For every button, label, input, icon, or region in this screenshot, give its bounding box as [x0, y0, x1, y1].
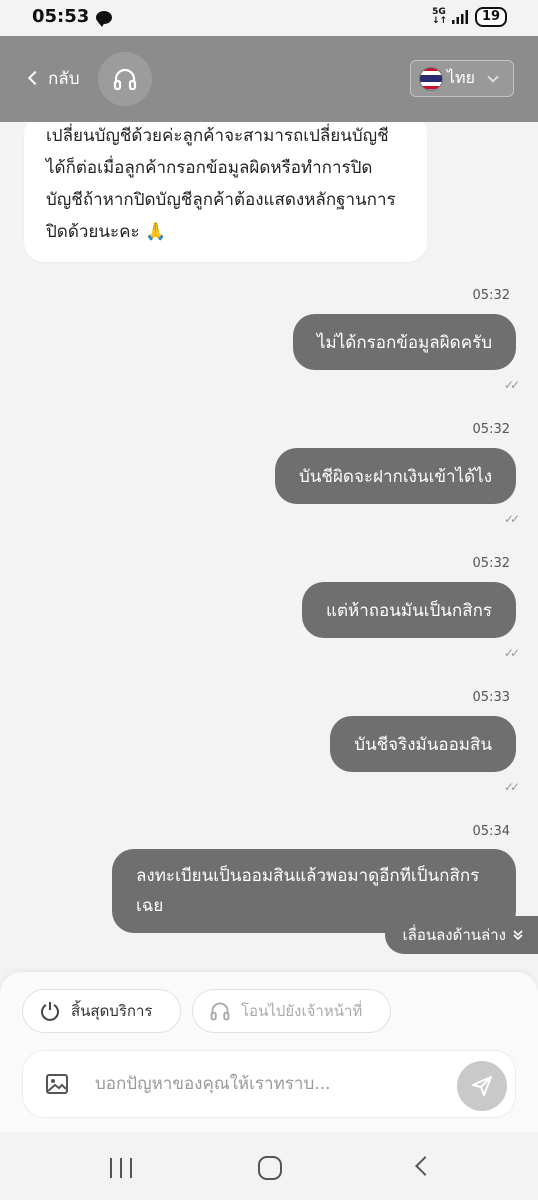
message-time: 05:32: [472, 288, 510, 303]
outgoing-message-text: ไม่ได้กรอกข้อมูลผิดครับ: [316, 332, 492, 353]
message-composer: [22, 1050, 516, 1118]
chat-messages[interactable]: เปลี่ยนบัญชีด้วยค่ะลูกค้าจะสามารถเปลี่ยน…: [0, 122, 538, 972]
network-indicator: 5G ↓↑: [432, 8, 448, 26]
message-notification-icon: [96, 11, 112, 27]
outgoing-message: ไม่ได้กรอกข้อมูลผิดครับ: [292, 314, 516, 370]
message-time: 05:32: [472, 422, 510, 437]
read-receipt-icon: ✓✓: [503, 512, 520, 526]
signal-icon: [452, 10, 468, 24]
language-select[interactable]: ไทย: [410, 60, 514, 97]
transfer-agent-label: โอนไปยังเจ้าหน้าที่: [241, 1002, 363, 1020]
read-receipt-icon: ✓✓: [503, 378, 520, 392]
read-receipt-icon: ✓✓: [503, 646, 520, 660]
power-icon: [41, 1002, 59, 1021]
outgoing-message-text: แต่ห้าถอนมันเป็นกสิกร: [325, 600, 492, 621]
back-label: กลับ: [48, 68, 80, 89]
image-attach-icon[interactable]: [45, 1073, 69, 1095]
message-input[interactable]: [95, 1069, 435, 1099]
send-button[interactable]: [457, 1061, 507, 1111]
system-nav-bar: [0, 1132, 538, 1200]
incoming-message-text: เปลี่ยนบัญชีด้วยค่ะลูกค้าจะสามารถเปลี่ยน…: [46, 126, 396, 242]
double-chevron-down-icon: [513, 930, 523, 941]
chevron-down-icon: [487, 70, 499, 83]
outgoing-message-text: ลงทะเบียนเป็นออมสินแล้วพอมาดูอีกทีเป็นกส…: [136, 866, 480, 916]
battery-icon: 19: [475, 7, 507, 27]
transfer-agent-button[interactable]: โอนไปยังเจ้าหน้าที่: [192, 989, 391, 1033]
status-time: 05:53: [32, 6, 90, 27]
language-label: ไทย: [447, 68, 475, 87]
thai-flag-icon: [419, 66, 443, 91]
headset-icon: [210, 1002, 230, 1021]
outgoing-message: บันชีจริงมันออมสิน: [330, 716, 516, 772]
outgoing-message: บันชีผิดจะฝากเงินเข้าได้ไง: [275, 448, 516, 504]
read-receipt-icon: ✓✓: [503, 780, 520, 794]
chevron-left-icon: [27, 70, 43, 86]
network-arrows: ↓↑: [432, 16, 448, 26]
status-bar: 05:53 5G ↓↑ 19: [0, 0, 538, 36]
headset-icon: [113, 68, 137, 91]
message-time: 05:33: [472, 690, 510, 705]
message-time: 05:34: [472, 824, 510, 839]
battery-level: 19: [481, 9, 501, 24]
outgoing-message: แต่ห้าถอนมันเป็นกสิกร: [301, 582, 516, 638]
agent-avatar: [98, 52, 152, 106]
chat-header: กลับ ไทย: [0, 36, 538, 122]
outgoing-message-text: บันชีผิดจะฝากเงินเข้าได้ไง: [299, 466, 492, 487]
scroll-down-label: เลื่อนลงด้านล่าง: [402, 926, 506, 944]
outgoing-message-text: บันชีจริงมันออมสิน: [354, 734, 492, 755]
back-nav-icon[interactable]: [415, 1156, 435, 1176]
back-button[interactable]: กลับ: [26, 64, 80, 92]
send-icon: [472, 1076, 492, 1096]
scroll-down-button[interactable]: เลื่อนลงด้านล่าง: [384, 916, 538, 954]
composer-panel: สิ้นสุดบริการ โอนไปยังเจ้าหน้าที่: [0, 972, 538, 1132]
incoming-message: เปลี่ยนบัญชีด้วยค่ะลูกค้าจะสามารถเปลี่ยน…: [24, 122, 427, 262]
home-icon[interactable]: [258, 1156, 282, 1180]
end-service-label: สิ้นสุดบริการ: [71, 1002, 153, 1020]
end-service-button[interactable]: สิ้นสุดบริการ: [22, 989, 181, 1033]
message-time: 05:32: [472, 556, 510, 571]
recents-icon[interactable]: [110, 1158, 132, 1178]
